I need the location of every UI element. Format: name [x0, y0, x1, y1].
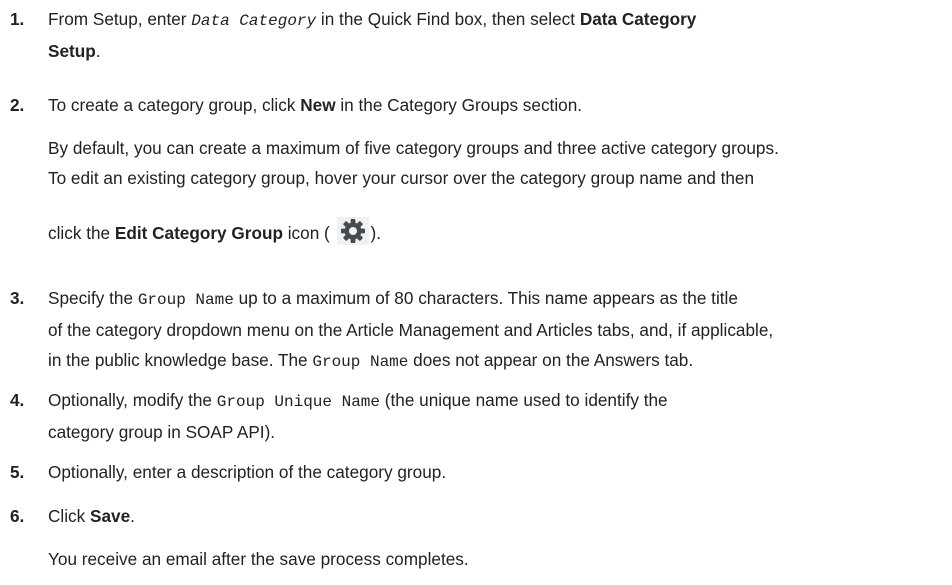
- step-number: 1.: [10, 9, 25, 29]
- step-text: Click Save.: [48, 501, 948, 531]
- text-run: To create a category group, click: [48, 95, 301, 115]
- code-term: Group Unique Name: [216, 393, 381, 411]
- text-run: Optionally, enter a description of the c…: [48, 462, 447, 482]
- text-run: (the unique name used to identify the: [380, 390, 668, 410]
- text-run: up to a maximum of 80 characters. This n…: [233, 288, 738, 308]
- step-text: Specify the Group Name up to a maximum o…: [48, 283, 948, 377]
- ui-label-bold: Setup: [48, 41, 96, 61]
- text-run: in the Quick Find box, then select: [316, 9, 580, 29]
- step-text: Optionally, modify the Group Unique Name…: [48, 385, 948, 447]
- ui-label-bold: Data Category: [579, 9, 697, 29]
- text-run: Optionally, modify the: [48, 390, 217, 410]
- step-number: 4.: [10, 390, 25, 410]
- step-number: 6.: [10, 506, 25, 526]
- step-number: 2.: [10, 95, 25, 115]
- step-text: Optionally, enter a description of the c…: [48, 457, 948, 487]
- step-text: To create a category group, click New in…: [48, 90, 948, 120]
- code-term: Group Name: [137, 291, 234, 309]
- text-run: icon (: [282, 223, 330, 243]
- step-text: From Setup, enter Data Category in the Q…: [48, 4, 948, 66]
- ui-label-bold: Save: [90, 506, 131, 526]
- step-number: 5.: [10, 462, 25, 482]
- text-run: Click: [48, 506, 91, 526]
- code-term: Data Category: [191, 12, 317, 30]
- code-term: Group Name: [312, 353, 409, 371]
- text-run: .: [95, 41, 101, 61]
- text-run: .: [130, 506, 135, 526]
- ui-label-bold: Edit Category Group: [114, 223, 283, 243]
- instruction-document: 1. From Setup, enter Data Category in th…: [0, 0, 952, 585]
- text-run: in the public knowledge base. The: [48, 350, 313, 370]
- ui-label-bold: New: [300, 95, 336, 115]
- text-run: category group in SOAP API).: [48, 422, 276, 442]
- text-run: ).: [370, 223, 382, 243]
- note-line: By default, you can create a maximum of …: [48, 138, 779, 158]
- note-line: You receive an email after the save proc…: [48, 549, 469, 569]
- step-6-note: You receive an email after the save proc…: [48, 544, 948, 574]
- text-run: click the: [48, 223, 115, 243]
- text-run: in the Category Groups section.: [335, 95, 583, 115]
- step-2-note: By default, you can create a maximum of …: [48, 133, 948, 193]
- text-run: Specify the: [48, 288, 138, 308]
- note-line: To edit an existing category group, hove…: [48, 168, 755, 188]
- text-run: From Setup, enter: [48, 9, 192, 29]
- text-run: of the category dropdown menu on the Art…: [48, 320, 774, 340]
- gear-icon: [336, 217, 369, 246]
- text-run: does not appear on the Answers tab.: [408, 350, 694, 370]
- step-2-note-icon-line: click the Edit Category Group icon ( ).: [48, 217, 948, 248]
- step-number: 3.: [10, 288, 25, 308]
